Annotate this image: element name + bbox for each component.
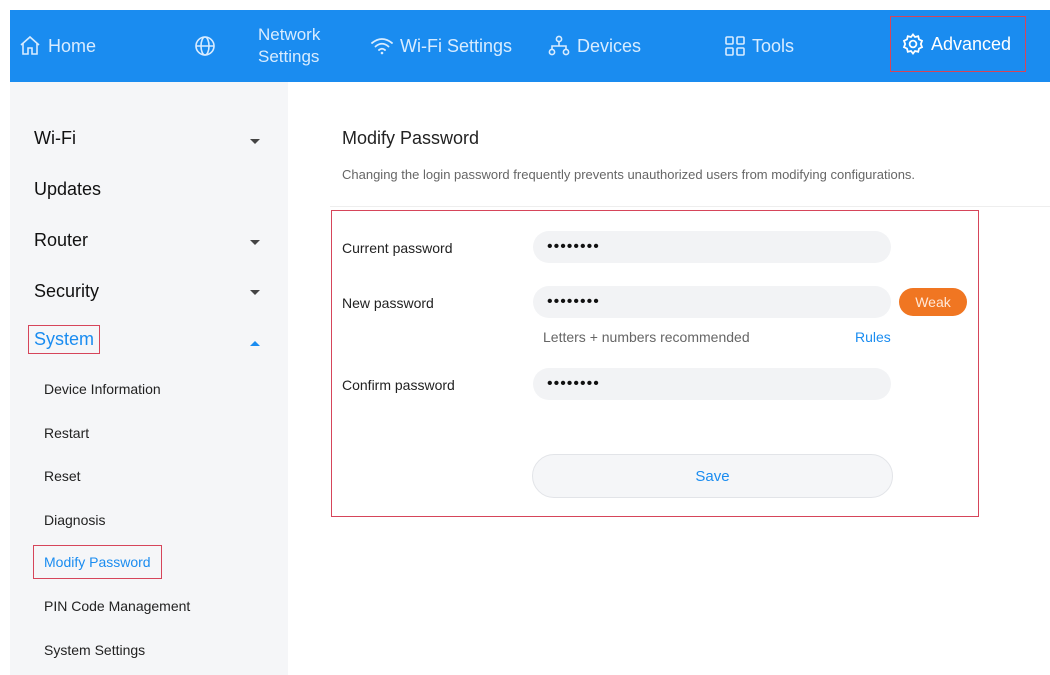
- tools-grid-icon: [725, 36, 745, 56]
- rules-link[interactable]: Rules: [855, 329, 891, 345]
- nav-advanced-label: Advanced: [931, 33, 1012, 54]
- sidebar-sub-system-settings[interactable]: System Settings: [44, 642, 145, 658]
- nav-network-settings[interactable]: Network Settings: [258, 10, 320, 82]
- sidebar-item-router-label: Router: [34, 230, 89, 250]
- sidebar-sub-pin-code-management[interactable]: PIN Code Management: [44, 598, 190, 614]
- nav-network-icon-button[interactable]: [193, 10, 217, 82]
- divider: [330, 206, 1050, 207]
- chevron-down-icon[interactable]: [250, 290, 260, 295]
- nav-network-label-line1: Network: [258, 25, 321, 44]
- nav-tools[interactable]: Tools: [724, 10, 794, 82]
- home-icon: [20, 35, 40, 55]
- sidebar-sub-reset[interactable]: Reset: [44, 468, 81, 484]
- sidebar-item-system-label: System: [34, 329, 95, 349]
- password-strength-badge: Weak: [899, 288, 967, 316]
- sidebar-item-security[interactable]: Security: [34, 281, 99, 302]
- sidebar-item-wifi-label: Wi-Fi: [34, 128, 76, 148]
- devices-icon: [548, 35, 570, 56]
- nav-wifi-label: Wi-Fi Settings: [400, 35, 513, 56]
- chevron-down-icon[interactable]: [250, 240, 260, 245]
- sidebar-item-updates-label: Updates: [34, 179, 102, 199]
- sidebar-sub-diagnosis[interactable]: Diagnosis: [44, 512, 105, 528]
- sidebar-item-security-label: Security: [34, 281, 100, 301]
- sidebar-item-updates[interactable]: Updates: [34, 179, 101, 200]
- new-password-input[interactable]: [533, 286, 891, 318]
- confirm-password-label: Confirm password: [342, 377, 455, 393]
- chevron-down-icon[interactable]: [250, 139, 260, 144]
- sidebar-item-wifi[interactable]: Wi-Fi: [34, 128, 76, 149]
- nav-network-label-line2: Settings: [258, 47, 320, 66]
- wifi-icon: [371, 38, 393, 55]
- sidebar-sub-modify-password[interactable]: Modify Password: [33, 545, 162, 579]
- chevron-up-icon[interactable]: [250, 341, 260, 346]
- confirm-password-input[interactable]: [533, 368, 891, 400]
- nav-tools-label: Tools: [752, 35, 795, 56]
- sidebar-sub-device-information[interactable]: Device Information: [44, 381, 161, 397]
- page-title: Modify Password: [342, 128, 480, 148]
- nav-wifi-settings[interactable]: Wi-Fi Settings: [370, 10, 512, 82]
- sidebar-item-router[interactable]: Router: [34, 230, 88, 251]
- nav-devices-label: Devices: [577, 35, 642, 56]
- save-button[interactable]: Save: [532, 454, 893, 498]
- gear-icon: [902, 33, 924, 55]
- sidebar-sub-restart[interactable]: Restart: [44, 425, 89, 441]
- new-password-label: New password: [342, 295, 434, 311]
- nav-devices[interactable]: Devices: [547, 10, 641, 82]
- nav-home-label: Home: [48, 35, 97, 56]
- nav-advanced[interactable]: Advanced: [890, 16, 1026, 72]
- password-hint: Letters + numbers recommended: [543, 329, 750, 345]
- sidebar: Wi-Fi Updates Router Security System Dev…: [10, 82, 288, 675]
- globe-icon: [195, 36, 215, 56]
- nav-home[interactable]: Home: [18, 10, 96, 82]
- page-description: Changing the login password frequently p…: [342, 167, 916, 182]
- current-password-input[interactable]: [533, 231, 891, 263]
- current-password-label: Current password: [342, 240, 453, 256]
- sidebar-item-system[interactable]: System: [28, 325, 101, 354]
- top-navigation-bar: Home Network Settings Wi-Fi Settings Dev…: [10, 10, 1050, 82]
